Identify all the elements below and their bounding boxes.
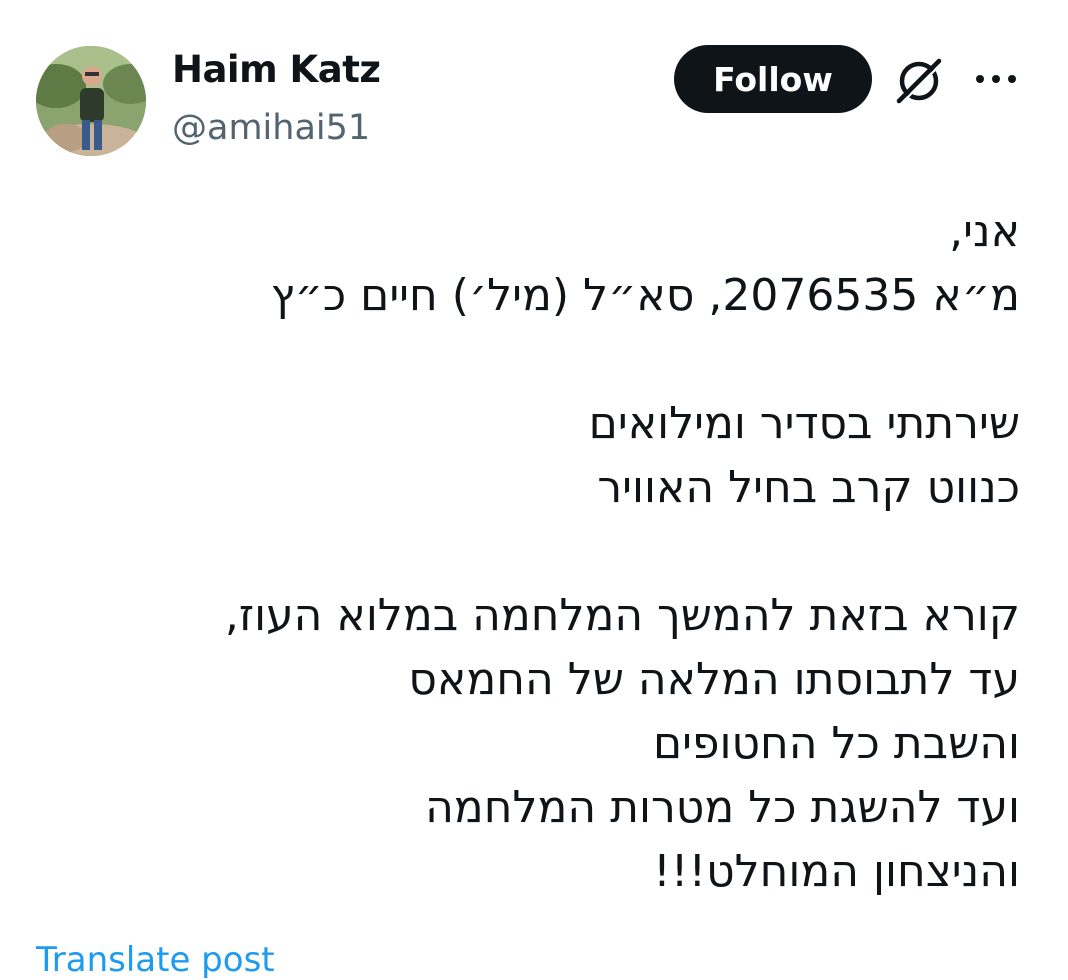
grok-icon[interactable]: [892, 54, 946, 108]
tweet-line: קורא בזאת להמשך המלחמה במלוא העוז,: [224, 590, 1020, 641]
tweet-text: אני, מ״א 2076535, סא״ל (מיל׳) חיים כ״ץ ש…: [60, 200, 1020, 904]
more-icon[interactable]: [974, 64, 1018, 94]
tweet-line: שירתתי בסדיר ומילואים: [588, 398, 1020, 449]
avatar[interactable]: [36, 46, 146, 156]
tweet-line: אני,: [949, 206, 1020, 257]
profile-photo: [36, 46, 146, 156]
tweet-line: ועד להשגת כל מטרות המלחמה: [425, 782, 1020, 833]
follow-button[interactable]: Follow: [674, 45, 872, 113]
tweet-line: מ״א 2076535, סא״ל (מיל׳) חיים כ״ץ: [270, 270, 1020, 321]
tweet-line: עד לתבוסתו המלאה של החמאס: [408, 654, 1020, 705]
author-display-name[interactable]: Haim Katz: [172, 48, 381, 91]
author-handle[interactable]: @amihai51: [172, 108, 370, 148]
tweet-line: כנווט קרב בחיל האוויר: [597, 462, 1020, 513]
translate-post-link[interactable]: Translate post: [36, 940, 275, 980]
tweet-line: והניצחון המוחלט!!!: [653, 846, 1020, 897]
tweet-line: והשבת כל החטופים: [652, 718, 1020, 769]
